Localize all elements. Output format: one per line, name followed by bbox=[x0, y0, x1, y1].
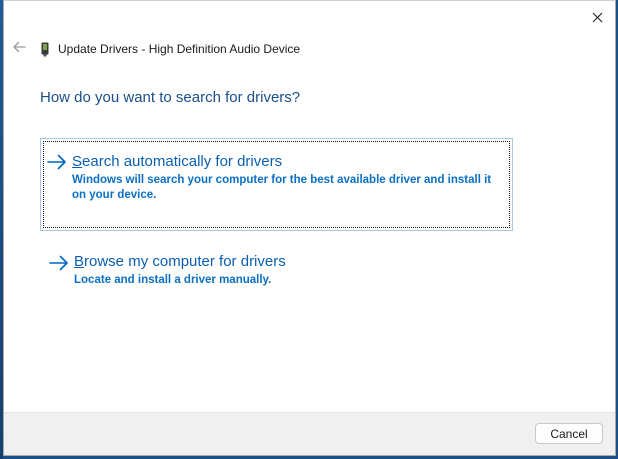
back-arrow-icon bbox=[12, 40, 26, 58]
browse-computer-option[interactable]: Browse my computer for drivers Locate an… bbox=[40, 240, 513, 300]
dialog-footer: Cancel bbox=[4, 412, 615, 455]
right-arrow-icon bbox=[49, 255, 69, 271]
option-title-text: rowse my computer for drivers bbox=[84, 253, 286, 270]
back-button[interactable] bbox=[9, 39, 29, 59]
audio-device-icon bbox=[40, 41, 50, 57]
cancel-button[interactable]: Cancel bbox=[535, 423, 603, 444]
option-title-accelerator: B bbox=[74, 253, 85, 270]
option-title: Browse my computer for drivers bbox=[74, 253, 286, 270]
close-button[interactable] bbox=[583, 4, 611, 30]
right-arrow-icon bbox=[47, 154, 67, 170]
search-automatically-option[interactable]: Search automatically for drivers Windows… bbox=[40, 138, 513, 231]
dialog-header: Update Drivers - High Definition Audio D… bbox=[9, 39, 300, 59]
close-icon bbox=[592, 12, 603, 23]
option-description: Windows will search your computer for th… bbox=[72, 174, 492, 201]
dialog-title: Update Drivers - High Definition Audio D… bbox=[58, 42, 301, 56]
option-title-text: earch automatically for drivers bbox=[82, 153, 283, 170]
option-title: Search automatically for drivers bbox=[72, 153, 282, 170]
option-title-accelerator: S bbox=[72, 153, 83, 170]
option-description: Locate and install a driver manually. bbox=[74, 274, 272, 286]
focus-indicator: Search automatically for drivers Windows… bbox=[43, 141, 510, 228]
update-drivers-dialog: Update Drivers - High Definition Audio D… bbox=[3, 0, 616, 456]
main-instruction: How do you want to search for drivers? bbox=[40, 89, 301, 106]
